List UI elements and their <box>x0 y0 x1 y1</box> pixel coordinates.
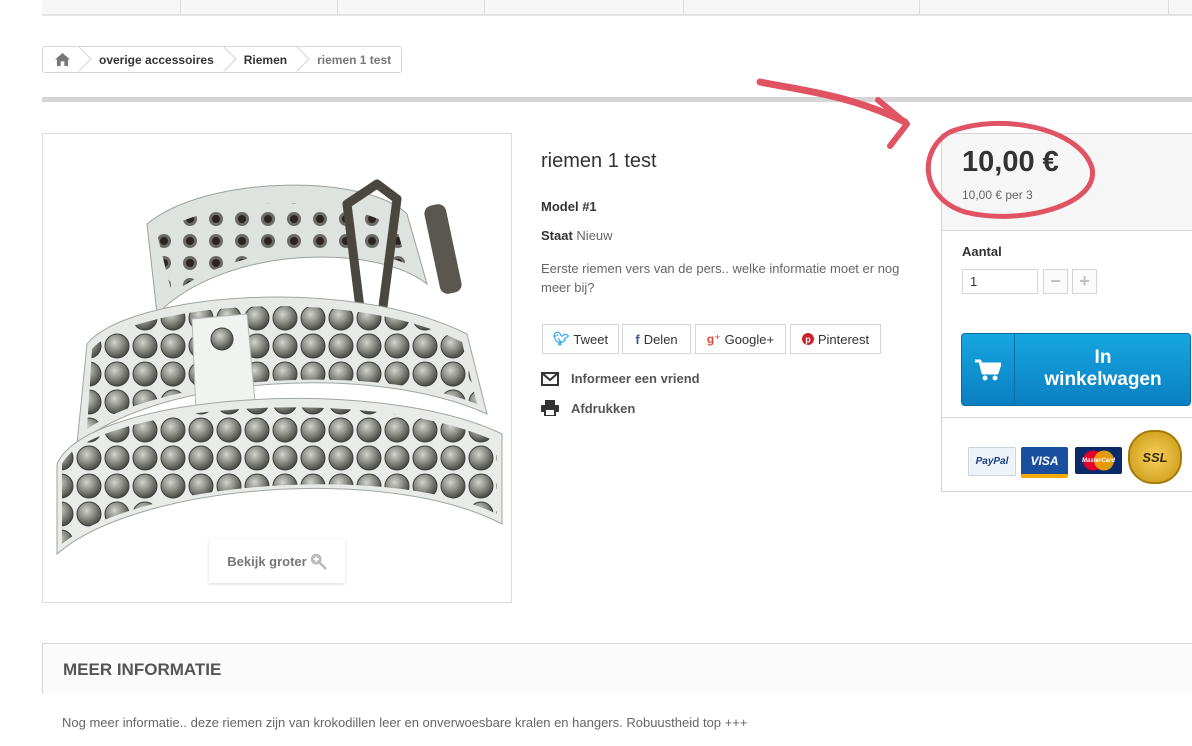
buy-box: 10,00 € 10,00 € per 3 Aantal 1 − + In wi… <box>941 133 1192 492</box>
breadcrumb-home[interactable] <box>43 47 80 72</box>
paypal-text: PayPal <box>975 456 1009 467</box>
breadcrumb-current-label: riemen 1 test <box>317 52 392 67</box>
ssl-text: SSL <box>1142 449 1168 465</box>
annotation-arrowhead <box>875 97 910 149</box>
price-box: 10,00 € 10,00 € per 3 <box>942 134 1192 231</box>
annotation-arrow <box>756 78 909 126</box>
product-condition: Staat Nieuw <box>541 228 613 243</box>
menu-separator <box>1168 0 1169 14</box>
condition-value: Nieuw <box>576 228 613 243</box>
tweet-label: Tweet <box>573 331 609 347</box>
product-image-belt <box>56 179 503 556</box>
visa-logo: VISA <box>1021 447 1068 478</box>
visa-text: VISA <box>1030 453 1059 468</box>
menu-separator <box>919 0 920 14</box>
cart-icon-zone <box>962 334 1015 405</box>
top-menu-bar <box>42 0 1192 16</box>
breadcrumb-current: riemen 1 test <box>298 47 401 72</box>
model-label: Model <box>541 199 579 214</box>
add-to-cart-label: In winkelwagen <box>1014 347 1192 391</box>
mastercard-text: MasterCard <box>1081 457 1115 464</box>
product-price: 10,00 € <box>962 146 1059 178</box>
twitter-icon: 🐦︎ <box>552 331 570 346</box>
add-to-cart-line2: winkelwagen <box>1044 369 1162 390</box>
pinterest-icon: p <box>801 333 814 345</box>
product-model: Model #1 <box>541 199 597 214</box>
menu-separator <box>683 0 684 14</box>
unit-price: 10,00 € per 3 <box>962 188 1033 202</box>
ssl-seal: SSL <box>1128 430 1182 484</box>
print-link[interactable]: Afdrukken <box>541 400 635 416</box>
quantity-label: Aantal <box>962 244 1002 259</box>
product-image-box[interactable]: Bekijk groter <box>42 133 512 603</box>
zoom-in-icon <box>310 553 327 570</box>
menu-separator <box>337 0 338 14</box>
envelope-icon <box>541 371 559 386</box>
add-to-cart-button[interactable]: In winkelwagen <box>961 333 1191 406</box>
shopping-cart-icon <box>975 359 1001 380</box>
google-plus-button[interactable]: g⁺ Google+ <box>695 324 786 354</box>
zoom-button[interactable]: Bekijk groter <box>209 539 345 583</box>
pinterest-button[interactable]: p Pinterest <box>790 324 881 354</box>
quantity-input[interactable]: 1 <box>962 269 1038 294</box>
model-value: #1 <box>582 199 597 214</box>
breadcrumb-label: Riemen <box>243 52 288 67</box>
printer-icon <box>541 400 559 416</box>
inform-friend-label: Informeer een vriend <box>571 371 700 386</box>
more-info-text: Nog meer informatie.. deze riemen zijn v… <box>62 715 748 730</box>
facebook-share-button[interactable]: f Delen <box>622 324 691 354</box>
menu-separator <box>180 0 181 14</box>
more-info-header: MEER INFORMATIE <box>42 643 1192 694</box>
zoom-label: Bekijk groter <box>227 553 307 569</box>
facebook-icon: f <box>635 331 640 347</box>
print-label: Afdrukken <box>571 400 636 416</box>
paypal-logo: PayPal <box>968 447 1016 476</box>
more-info-heading: MEER INFORMATIE <box>63 660 222 679</box>
home-icon <box>55 53 70 66</box>
tweet-button[interactable]: 🐦︎ Tweet <box>542 324 619 354</box>
add-to-cart-line1: In <box>1094 347 1112 368</box>
google-plus-icon: g⁺ <box>706 332 721 346</box>
quantity-decrease-button[interactable]: − <box>1043 269 1068 294</box>
payment-methods: PayPal VISA MasterCard SSL <box>942 417 1192 493</box>
product-title: riemen 1 test <box>541 150 657 172</box>
google-plus-label: Google+ <box>724 331 775 347</box>
product-description: Eerste riemen vers van de pers.. welke i… <box>541 261 900 295</box>
facebook-label: Delen <box>643 331 678 347</box>
mastercard-logo: MasterCard <box>1075 447 1122 474</box>
condition-label: Staat <box>541 228 573 243</box>
inform-friend-link[interactable]: Informeer een vriend <box>541 371 700 386</box>
header-divider <box>42 97 1192 102</box>
pinterest-label: Pinterest <box>817 331 870 347</box>
svg-text:p: p <box>805 335 811 345</box>
quantity-increase-button[interactable]: + <box>1072 269 1097 294</box>
breadcrumb: overige accessoires Riemen riemen 1 test <box>42 46 403 73</box>
menu-separator <box>484 0 485 14</box>
breadcrumb-item-overige-accessoires[interactable]: overige accessoires <box>80 47 225 72</box>
breadcrumb-label: overige accessoires <box>99 52 214 67</box>
